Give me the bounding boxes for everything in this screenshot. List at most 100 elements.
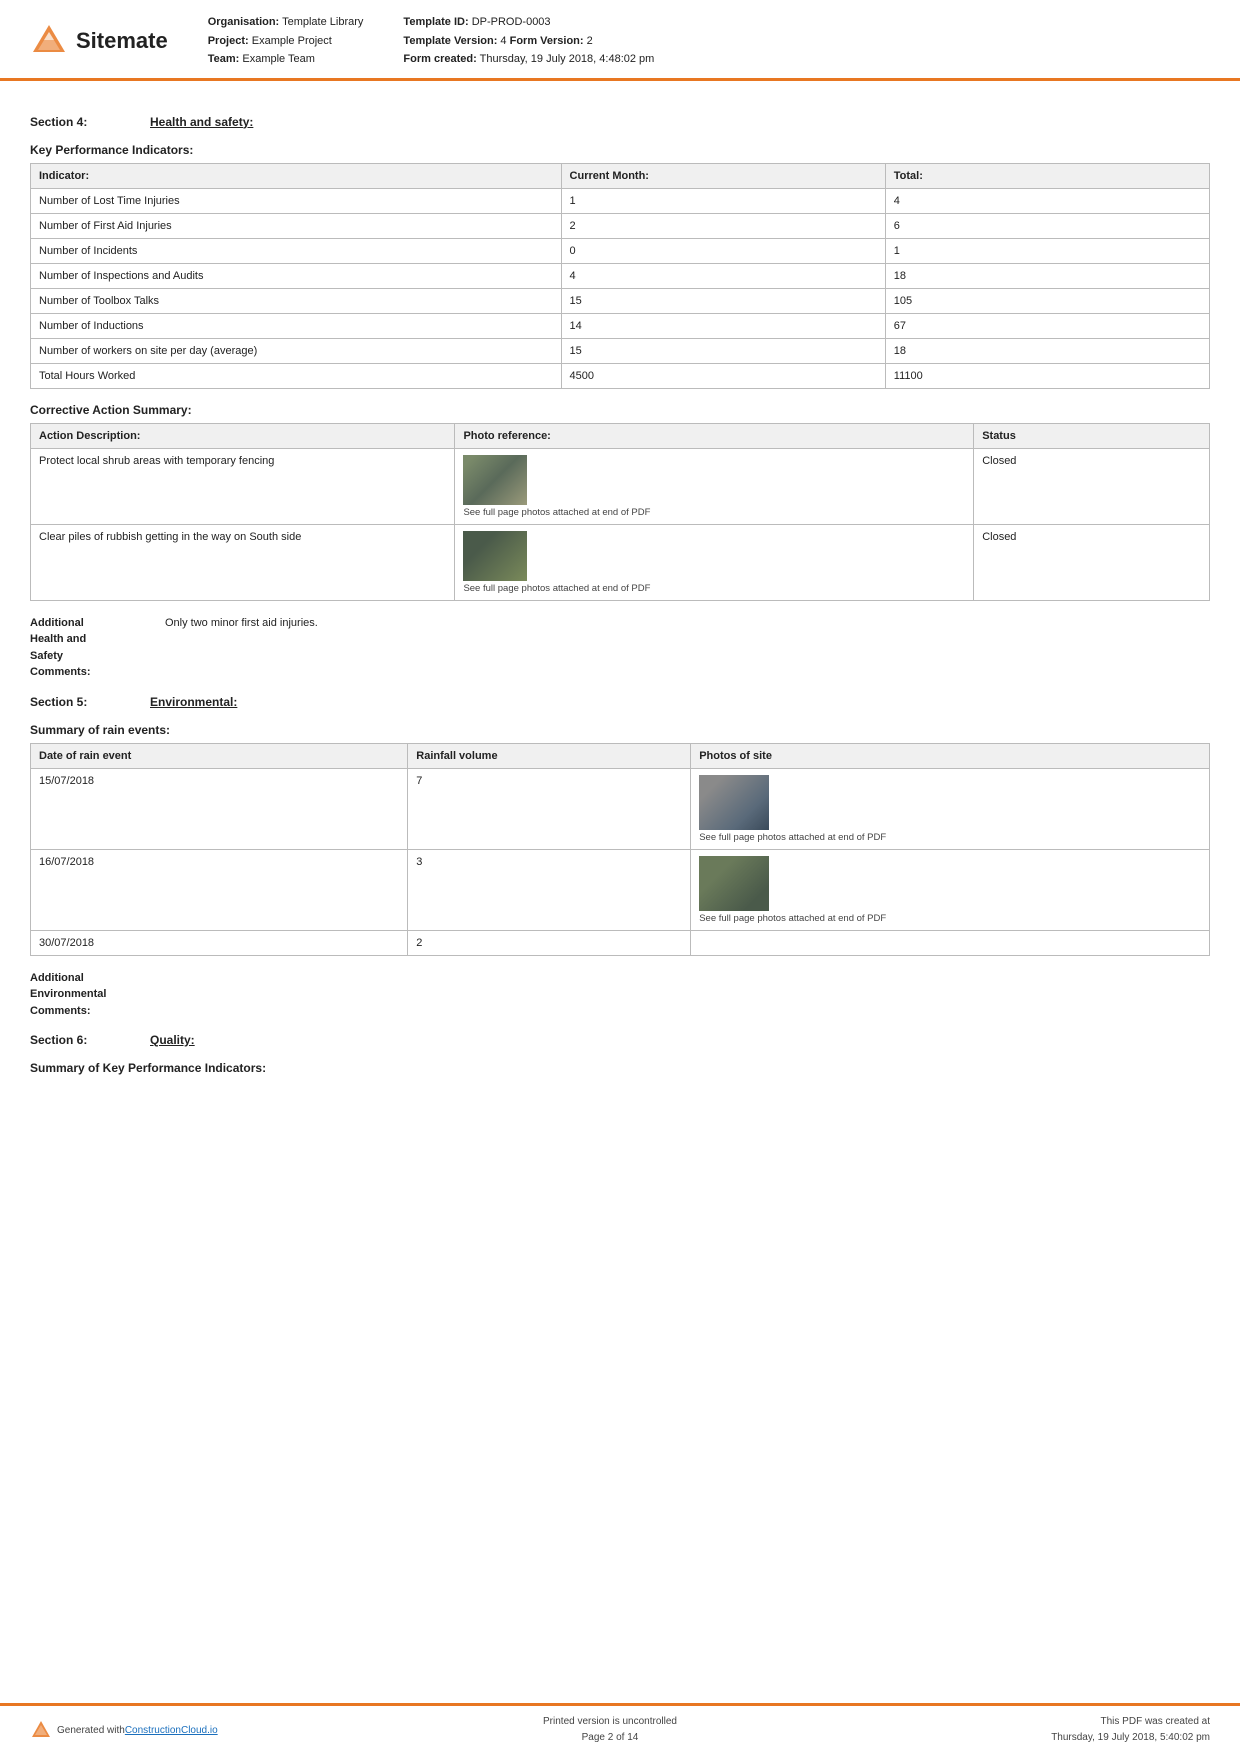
kpi-col3-header: Total: (885, 163, 1209, 188)
rain-volume-2: 3 (408, 849, 691, 930)
section5-title: Environmental: (150, 695, 237, 709)
form-created-row: Form created: Thursday, 19 July 2018, 4:… (403, 51, 654, 68)
section6-title: Quality: (150, 1033, 195, 1047)
table-row: 16/07/2018 3 See full page photos attach… (31, 849, 1210, 930)
kpi-indicator-6: Number of workers on site per day (avera… (31, 338, 562, 363)
footer-right-line2: Thursday, 19 July 2018, 5:40:02 pm (1051, 1732, 1210, 1743)
kpi-total-1: 6 (885, 213, 1209, 238)
additional-hs-label: AdditionalHealth andSafetyComments: (30, 615, 165, 681)
kpi-total-3: 18 (885, 263, 1209, 288)
kpi-current-5: 14 (561, 313, 885, 338)
project-row: Project: Example Project (208, 33, 364, 50)
corrective-section-title: Corrective Action Summary: (30, 403, 1210, 417)
corrective-description-2: Clear piles of rubbish getting in the wa… (31, 524, 455, 600)
additional-hs-comments: AdditionalHealth andSafetyComments: Only… (30, 615, 1210, 681)
table-row: Protect local shrub areas with temporary… (31, 448, 1210, 524)
kpi-current-1: 2 (561, 213, 885, 238)
rain-date-2: 16/07/2018 (31, 849, 408, 930)
kpi-col1-header: Indicator: (31, 163, 562, 188)
kpi-total-2: 1 (885, 238, 1209, 263)
kpi-total-6: 18 (885, 338, 1209, 363)
section5-heading: Section 5: Environmental: (30, 695, 1210, 709)
sitemate-logo-icon (30, 22, 68, 60)
template-id-row: Template ID: DP-PROD-0003 (403, 14, 654, 31)
corrective-description-1: Protect local shrub areas with temporary… (31, 448, 455, 524)
table-row: 30/07/2018 2 (31, 930, 1210, 955)
kpi-indicator-1: Number of First Aid Injuries (31, 213, 562, 238)
kpi-indicator-5: Number of Inductions (31, 313, 562, 338)
main-content: Section 4: Health and safety: Key Perfor… (0, 81, 1240, 1152)
section4-heading: Section 4: Health and safety: (30, 115, 1210, 129)
kpi-indicator-4: Number of Toolbox Talks (31, 288, 562, 313)
kpi-indicator-7: Total Hours Worked (31, 363, 562, 388)
table-row: Total Hours Worked 4500 11100 (31, 363, 1210, 388)
section6-kpi-title: Summary of Key Performance Indicators: (30, 1061, 1210, 1075)
rain-volume-3: 2 (408, 930, 691, 955)
kpi-current-4: 15 (561, 288, 885, 313)
additional-hs-value: Only two minor first aid injuries. (165, 615, 318, 681)
rain-table: Date of rain event Rainfall volume Photo… (30, 743, 1210, 956)
rain-photo-caption-2: See full page photos attached at end of … (699, 913, 1201, 924)
rain-photo-caption-1: See full page photos attached at end of … (699, 832, 1201, 843)
section4-title: Health and safety: (150, 115, 253, 129)
corrective-status-2: Closed (974, 524, 1210, 600)
footer-generated-link[interactable]: ConstructionCloud.io (125, 1725, 218, 1736)
table-row: Number of Toolbox Talks 15 105 (31, 288, 1210, 313)
team-row: Team: Example Team (208, 51, 364, 68)
kpi-current-0: 1 (561, 188, 885, 213)
org-row: Organisation: Template Library (208, 14, 364, 31)
additional-env-label: AdditionalEnvironmentalComments: (30, 970, 165, 1020)
kpi-current-6: 15 (561, 338, 885, 363)
rain-photo-2: See full page photos attached at end of … (691, 849, 1210, 930)
footer-center-line1: Printed version is uncontrolled (543, 1716, 677, 1727)
photo-caption-2: See full page photos attached at end of … (463, 583, 965, 594)
corrective-col2-header: Photo reference: (455, 423, 974, 448)
table-row: Number of Lost Time Injuries 1 4 (31, 188, 1210, 213)
corrective-col1-header: Action Description: (31, 423, 455, 448)
rain-volume-1: 7 (408, 768, 691, 849)
kpi-total-0: 4 (885, 188, 1209, 213)
photo-image-1 (463, 455, 527, 505)
kpi-indicator-2: Number of Incidents (31, 238, 562, 263)
table-row: Number of workers on site per day (avera… (31, 338, 1210, 363)
footer-logo-icon (30, 1719, 52, 1741)
kpi-total-5: 67 (885, 313, 1209, 338)
table-row: Number of Incidents 0 1 (31, 238, 1210, 263)
photo-caption-1: See full page photos attached at end of … (463, 507, 965, 518)
template-version-row: Template Version: 4 Form Version: 2 (403, 33, 654, 50)
footer-generated-label: Generated with (57, 1725, 125, 1736)
rain-date-3: 30/07/2018 (31, 930, 408, 955)
header-meta: Organisation: Template Library Project: … (208, 14, 1210, 68)
additional-env-comments: AdditionalEnvironmentalComments: (30, 970, 1210, 1020)
photo-image-2 (463, 531, 527, 581)
rain-photo-image-1 (699, 775, 769, 830)
footer-right: This PDF was created at Thursday, 19 Jul… (970, 1714, 1210, 1746)
kpi-current-3: 4 (561, 263, 885, 288)
kpi-total-4: 105 (885, 288, 1209, 313)
header-meta-right: Template ID: DP-PROD-0003 Template Versi… (403, 14, 654, 68)
kpi-current-2: 0 (561, 238, 885, 263)
table-row: Number of Inspections and Audits 4 18 (31, 263, 1210, 288)
header-meta-left: Organisation: Template Library Project: … (208, 14, 364, 68)
rain-photo-3 (691, 930, 1210, 955)
rain-col1-header: Date of rain event (31, 743, 408, 768)
kpi-indicator-0: Number of Lost Time Injuries (31, 188, 562, 213)
section6-label: Section 6: (30, 1033, 120, 1047)
rain-date-1: 15/07/2018 (31, 768, 408, 849)
section5-label: Section 5: (30, 695, 120, 709)
rain-section-title: Summary of rain events: (30, 723, 1210, 737)
rain-col2-header: Rainfall volume (408, 743, 691, 768)
rain-photo-1: See full page photos attached at end of … (691, 768, 1210, 849)
footer-center: Printed version is uncontrolled Page 2 o… (250, 1714, 970, 1746)
kpi-indicator-3: Number of Inspections and Audits (31, 263, 562, 288)
footer-center-line2: Page 2 of 14 (582, 1732, 639, 1743)
corrective-col3-header: Status (974, 423, 1210, 448)
footer-logo-area: Generated with ConstructionCloud.io (30, 1719, 250, 1741)
page-header: Sitemate Organisation: Template Library … (0, 0, 1240, 81)
kpi-col2-header: Current Month: (561, 163, 885, 188)
logo-area: Sitemate (30, 14, 168, 68)
corrective-photo-1: See full page photos attached at end of … (455, 448, 974, 524)
kpi-total-7: 11100 (885, 363, 1209, 388)
kpi-section-title: Key Performance Indicators: (30, 143, 1210, 157)
rain-photo-image-2 (699, 856, 769, 911)
